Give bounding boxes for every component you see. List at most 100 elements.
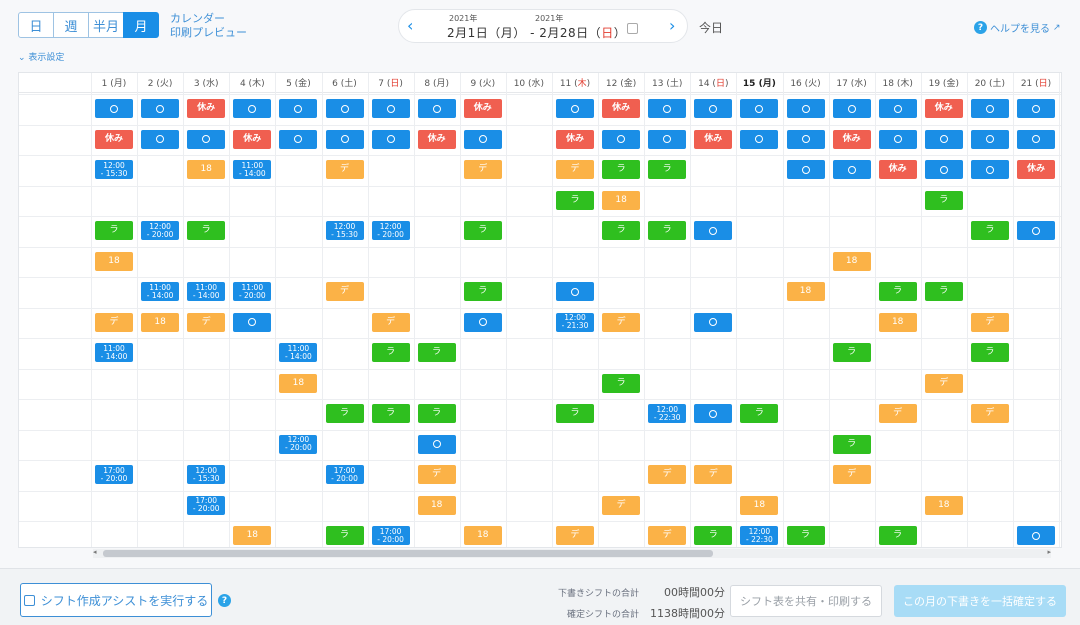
- shift-ra[interactable]: ラ: [648, 221, 687, 240]
- shift-time-range[interactable]: 12:00- 15:30: [325, 221, 364, 240]
- shift-available[interactable]: [970, 99, 1009, 118]
- shift-ra[interactable]: ラ: [325, 404, 364, 423]
- shift-de[interactable]: デ: [924, 373, 963, 393]
- shift-available[interactable]: [970, 160, 1009, 179]
- shift-ra[interactable]: ラ: [556, 404, 594, 423]
- shift-available[interactable]: [832, 99, 871, 118]
- shift-de[interactable]: デ: [648, 526, 687, 545]
- shift-ra[interactable]: ラ: [832, 343, 871, 362]
- shift-available[interactable]: [648, 99, 687, 118]
- shift-available[interactable]: [970, 129, 1009, 149]
- shift-de[interactable]: デ: [371, 312, 410, 332]
- shift-18[interactable]: 18: [740, 495, 779, 515]
- shift-available[interactable]: [1017, 129, 1055, 149]
- shift-day-off[interactable]: 休み: [694, 129, 733, 149]
- shift-time-range[interactable]: 11:00- 14:00: [95, 343, 133, 362]
- shift-available[interactable]: [1017, 221, 1055, 240]
- shift-available[interactable]: [233, 312, 272, 332]
- shift-available[interactable]: [279, 99, 318, 118]
- shift-de[interactable]: デ: [556, 526, 594, 545]
- shift-available[interactable]: [417, 434, 456, 454]
- shift-de[interactable]: デ: [694, 465, 733, 484]
- shift-available[interactable]: [279, 129, 318, 149]
- shift-available[interactable]: [233, 99, 272, 118]
- help-link[interactable]: ? ヘルプを見る ↗: [974, 20, 1061, 35]
- scroll-left-icon[interactable]: ◂: [93, 548, 97, 556]
- shift-de[interactable]: デ: [417, 465, 456, 484]
- shift-day-off[interactable]: 休み: [1017, 160, 1055, 179]
- shift-18[interactable]: 18: [141, 312, 180, 332]
- shift-available[interactable]: [878, 99, 917, 118]
- calendar-checkbox-icon[interactable]: [627, 23, 638, 34]
- shift-18[interactable]: 18: [832, 251, 871, 271]
- shift-de[interactable]: デ: [602, 312, 641, 332]
- shift-available[interactable]: [371, 129, 410, 149]
- tab-week[interactable]: 週: [53, 12, 89, 38]
- shift-available[interactable]: [463, 129, 502, 149]
- shift-available[interactable]: [371, 99, 410, 118]
- shift-ra[interactable]: ラ: [602, 221, 641, 240]
- shift-available[interactable]: [141, 129, 180, 149]
- shift-ra[interactable]: ラ: [325, 526, 364, 545]
- shift-available[interactable]: [556, 282, 594, 301]
- shift-time-range[interactable]: 17:00- 20:00: [95, 465, 133, 484]
- shift-ra[interactable]: ラ: [694, 526, 733, 545]
- shift-ra[interactable]: ラ: [878, 282, 917, 301]
- shift-available[interactable]: [95, 99, 133, 118]
- shift-time-range[interactable]: 12:00- 20:00: [279, 434, 318, 454]
- shift-day-off[interactable]: 休み: [187, 99, 226, 118]
- shift-time-range[interactable]: 12:00- 20:00: [371, 221, 410, 240]
- shift-time-range[interactable]: 12:00- 15:30: [187, 465, 226, 484]
- display-settings-toggle[interactable]: ⌄ 表示設定: [18, 50, 64, 63]
- shift-available[interactable]: [786, 129, 825, 149]
- shift-available[interactable]: [556, 99, 594, 118]
- shift-time-range[interactable]: 11:00- 14:00: [187, 282, 226, 301]
- shift-ra[interactable]: ラ: [648, 160, 687, 179]
- shift-day-off[interactable]: 休み: [417, 129, 456, 149]
- shift-18[interactable]: 18: [95, 251, 133, 271]
- shift-ra[interactable]: ラ: [417, 404, 456, 423]
- shift-18[interactable]: 18: [924, 495, 963, 515]
- shift-day-off[interactable]: 休み: [463, 99, 502, 118]
- shift-ra[interactable]: ラ: [95, 221, 133, 240]
- shift-day-off[interactable]: 休み: [95, 129, 133, 149]
- shift-available[interactable]: [832, 160, 871, 179]
- shift-available[interactable]: [325, 129, 364, 149]
- shift-18[interactable]: 18: [187, 160, 226, 179]
- assist-help-icon[interactable]: ?: [218, 594, 231, 607]
- shift-de[interactable]: デ: [325, 282, 364, 301]
- shift-18[interactable]: 18: [786, 282, 825, 301]
- shift-ra[interactable]: ラ: [371, 404, 410, 423]
- shift-available[interactable]: [924, 160, 963, 179]
- shift-day-off[interactable]: 休み: [878, 160, 917, 179]
- shift-de[interactable]: デ: [970, 404, 1009, 423]
- shift-18[interactable]: 18: [417, 495, 456, 515]
- shift-de[interactable]: デ: [463, 160, 502, 179]
- shift-available[interactable]: [141, 99, 180, 118]
- shift-available[interactable]: [878, 129, 917, 149]
- scroll-right-icon[interactable]: ▸: [1047, 548, 1051, 556]
- shift-18[interactable]: 18: [279, 373, 318, 393]
- shift-de[interactable]: デ: [325, 160, 364, 179]
- shift-day-off[interactable]: 休み: [924, 99, 963, 118]
- shift-available[interactable]: [786, 99, 825, 118]
- shift-available[interactable]: [694, 221, 733, 240]
- shift-available[interactable]: [786, 160, 825, 179]
- shift-ra[interactable]: ラ: [924, 190, 963, 210]
- shift-ra[interactable]: ラ: [371, 343, 410, 362]
- shift-ra[interactable]: ラ: [417, 343, 456, 362]
- shift-day-off[interactable]: 休み: [832, 129, 871, 149]
- shift-de[interactable]: デ: [602, 495, 641, 515]
- share-print-button[interactable]: シフト表を共有・印刷する: [730, 585, 882, 617]
- shift-time-range[interactable]: 12:00- 21:30: [556, 312, 594, 332]
- horizontal-scrollbar[interactable]: ◂ ▸: [93, 548, 1051, 558]
- shift-time-range[interactable]: 11:00- 14:00: [233, 160, 272, 179]
- shift-ra[interactable]: ラ: [602, 373, 641, 393]
- calendar-link[interactable]: カレンダー: [170, 12, 247, 26]
- shift-de[interactable]: デ: [556, 160, 594, 179]
- shift-de[interactable]: デ: [878, 404, 917, 423]
- shift-time-range[interactable]: 11:00- 14:00: [279, 343, 318, 362]
- today-button[interactable]: 今日: [699, 19, 723, 36]
- shift-available[interactable]: [325, 99, 364, 118]
- shift-18[interactable]: 18: [233, 526, 272, 545]
